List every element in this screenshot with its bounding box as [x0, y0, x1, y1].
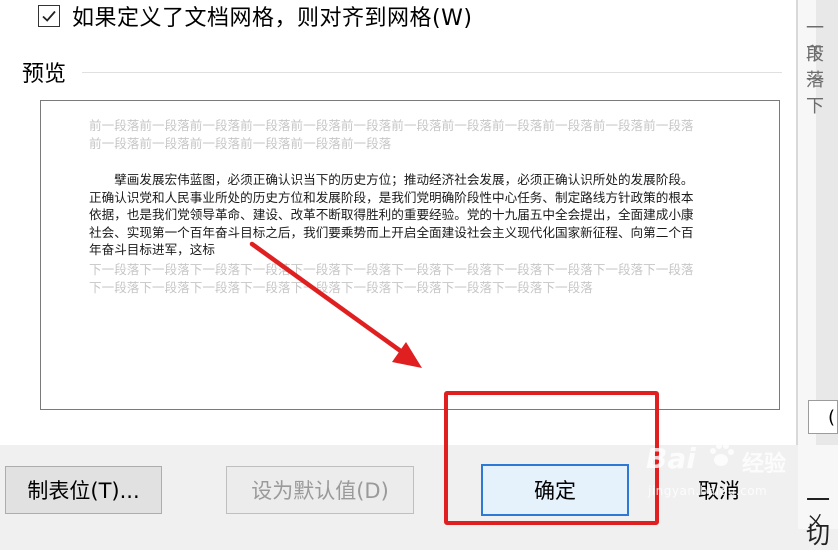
background-input-field: ( [808, 400, 838, 434]
snap-to-grid-checkbox[interactable] [38, 5, 60, 27]
set-default-button[interactable]: 设为默认值(D) [226, 466, 414, 514]
tabs-button[interactable]: 制表位(T)... [5, 466, 162, 514]
annotation-highlight-box [444, 391, 659, 525]
preview-next-paragraph: 下一段落下一段落下一段落下一段落下一段落下一段落下一段落下一段落下一段落下一段落… [89, 262, 694, 295]
preview-divider [82, 72, 782, 73]
checkmark-icon [42, 10, 56, 22]
preview-pane: 前一段落前一段落前一段落前一段落前一段落前一段落前一段落前一段落前一段落前一段落… [40, 100, 780, 410]
preview-heading: 预览 [22, 62, 67, 87]
baidu-jingyan-watermark: Bai 经验 jingyan.baidu.com [640, 440, 830, 520]
preview-current-paragraph: 擘画发展宏伟蓝图，必须正确认识当下的历史方位；推动经济社会发展，必须正确认识所处… [89, 172, 694, 257]
watermark-url: jingyan.baidu.com [648, 484, 768, 498]
snap-to-grid-option[interactable]: 如果定义了文档网格，则对齐到网格(W) [38, 0, 472, 32]
watermark-suffix: 经验 [742, 452, 787, 477]
snap-to-grid-label: 如果定义了文档网格，则对齐到网格(W) [72, 6, 473, 31]
watermark-brand: Bai [646, 442, 696, 475]
preview-previous-paragraph: 前一段落前一段落前一段落前一段落前一段落前一段落前一段落前一段落前一段落前一段落… [89, 118, 694, 151]
background-text-line: 落下 [806, 70, 824, 117]
paw-logo-icon [710, 443, 734, 466]
